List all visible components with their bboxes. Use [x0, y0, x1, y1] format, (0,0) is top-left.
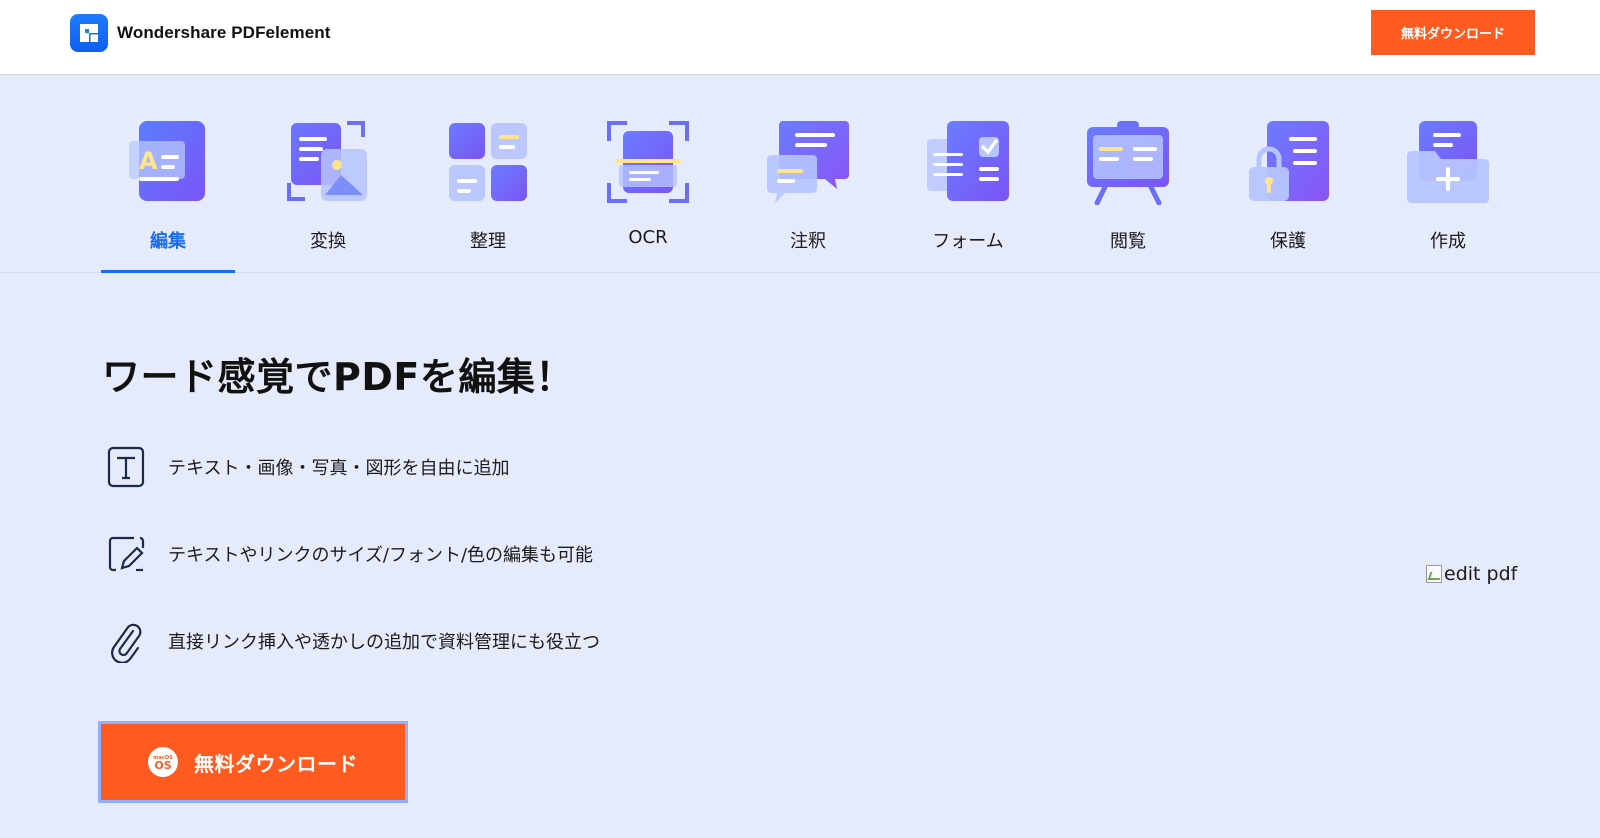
read-icon — [1085, 119, 1171, 206]
tab-label: 閲覧 — [1110, 231, 1146, 252]
tab-form[interactable]: フォーム — [901, 75, 1035, 273]
tab-underline — [261, 270, 395, 273]
tab-underline — [741, 270, 875, 273]
pencil-edit-icon — [106, 532, 146, 576]
broken-image-icon — [1426, 565, 1442, 583]
feature-item: テキスト・画像・写真・図形を自由に追加 — [106, 445, 726, 489]
feature-item: テキストやリンクのサイズ/フォント/色の編集も可能 — [106, 532, 726, 576]
tab-underline — [581, 270, 715, 273]
edit-pdf-image: edit pdf — [1426, 563, 1517, 585]
tab-organize[interactable]: 整理 — [421, 75, 555, 273]
tab-label: 作成 — [1430, 231, 1466, 252]
tab-underline — [1221, 270, 1355, 273]
tab-underline — [1381, 270, 1515, 273]
svg-text:A: A — [139, 147, 158, 175]
tab-underline — [421, 270, 555, 273]
feature-text: テキストやリンクのサイズ/フォント/色の編集も可能 — [168, 545, 594, 566]
annotate-icon — [765, 119, 851, 205]
section-headline: ワード感覚でPDFを編集！ — [102, 355, 574, 399]
organize-icon — [445, 119, 531, 205]
tab-annotate[interactable]: 注釈 — [741, 75, 875, 273]
tab-create[interactable]: 作成 — [1381, 75, 1515, 273]
tab-label: 整理 — [470, 231, 506, 252]
paperclip-icon — [106, 619, 146, 664]
free-download-button[interactable]: macOS OS 無料ダウンロード — [98, 721, 408, 803]
tab-convert[interactable]: 変換 — [261, 75, 395, 273]
tab-read[interactable]: 閲覧 — [1061, 75, 1195, 273]
tab-label: フォーム — [932, 231, 1004, 252]
tab-label: 変換 — [310, 231, 346, 252]
header-download-button[interactable]: 無料ダウンロード — [1371, 10, 1535, 55]
active-tab-indicator — [101, 270, 235, 273]
feature-item: 直接リンク挿入や透かしの追加で資料管理にも役立つ — [106, 619, 726, 664]
feature-text: 直接リンク挿入や透かしの追加で資料管理にも役立つ — [168, 632, 600, 653]
brand-name: Wondershare PDFelement — [117, 23, 331, 42]
tab-ocr[interactable]: OCR — [581, 75, 715, 273]
tab-label: 保護 — [1270, 231, 1306, 252]
pdfelement-logo-icon — [70, 14, 108, 52]
tab-underline — [1061, 270, 1195, 273]
create-icon — [1405, 119, 1491, 205]
image-alt-text: edit pdf — [1444, 563, 1518, 585]
protect-icon — [1245, 119, 1331, 205]
form-icon — [925, 119, 1011, 205]
edit-icon: A — [125, 119, 211, 205]
tab-label: 注釈 — [790, 231, 826, 252]
os-label: OS — [154, 758, 172, 772]
feature-tabs: A 編集 変換 整理 OCR 注釈 フォーム 閲覧 保護 作成 — [0, 75, 1600, 273]
ocr-icon — [605, 119, 691, 205]
macos-icon: macOS OS — [148, 747, 178, 777]
site-header: Wondershare PDFelement 無料ダウンロード — [0, 0, 1600, 75]
tab-underline — [901, 270, 1035, 273]
tab-protect[interactable]: 保護 — [1221, 75, 1355, 273]
tab-label: OCR — [628, 227, 668, 248]
tab-label: 編集 — [150, 231, 186, 252]
convert-icon — [285, 119, 371, 205]
text-tool-icon — [106, 445, 146, 489]
brand[interactable]: Wondershare PDFelement — [70, 14, 331, 52]
feature-text: テキスト・画像・写真・図形を自由に追加 — [168, 458, 510, 479]
tab-edit[interactable]: A 編集 — [101, 75, 235, 273]
cta-label: 無料ダウンロード — [194, 751, 358, 776]
